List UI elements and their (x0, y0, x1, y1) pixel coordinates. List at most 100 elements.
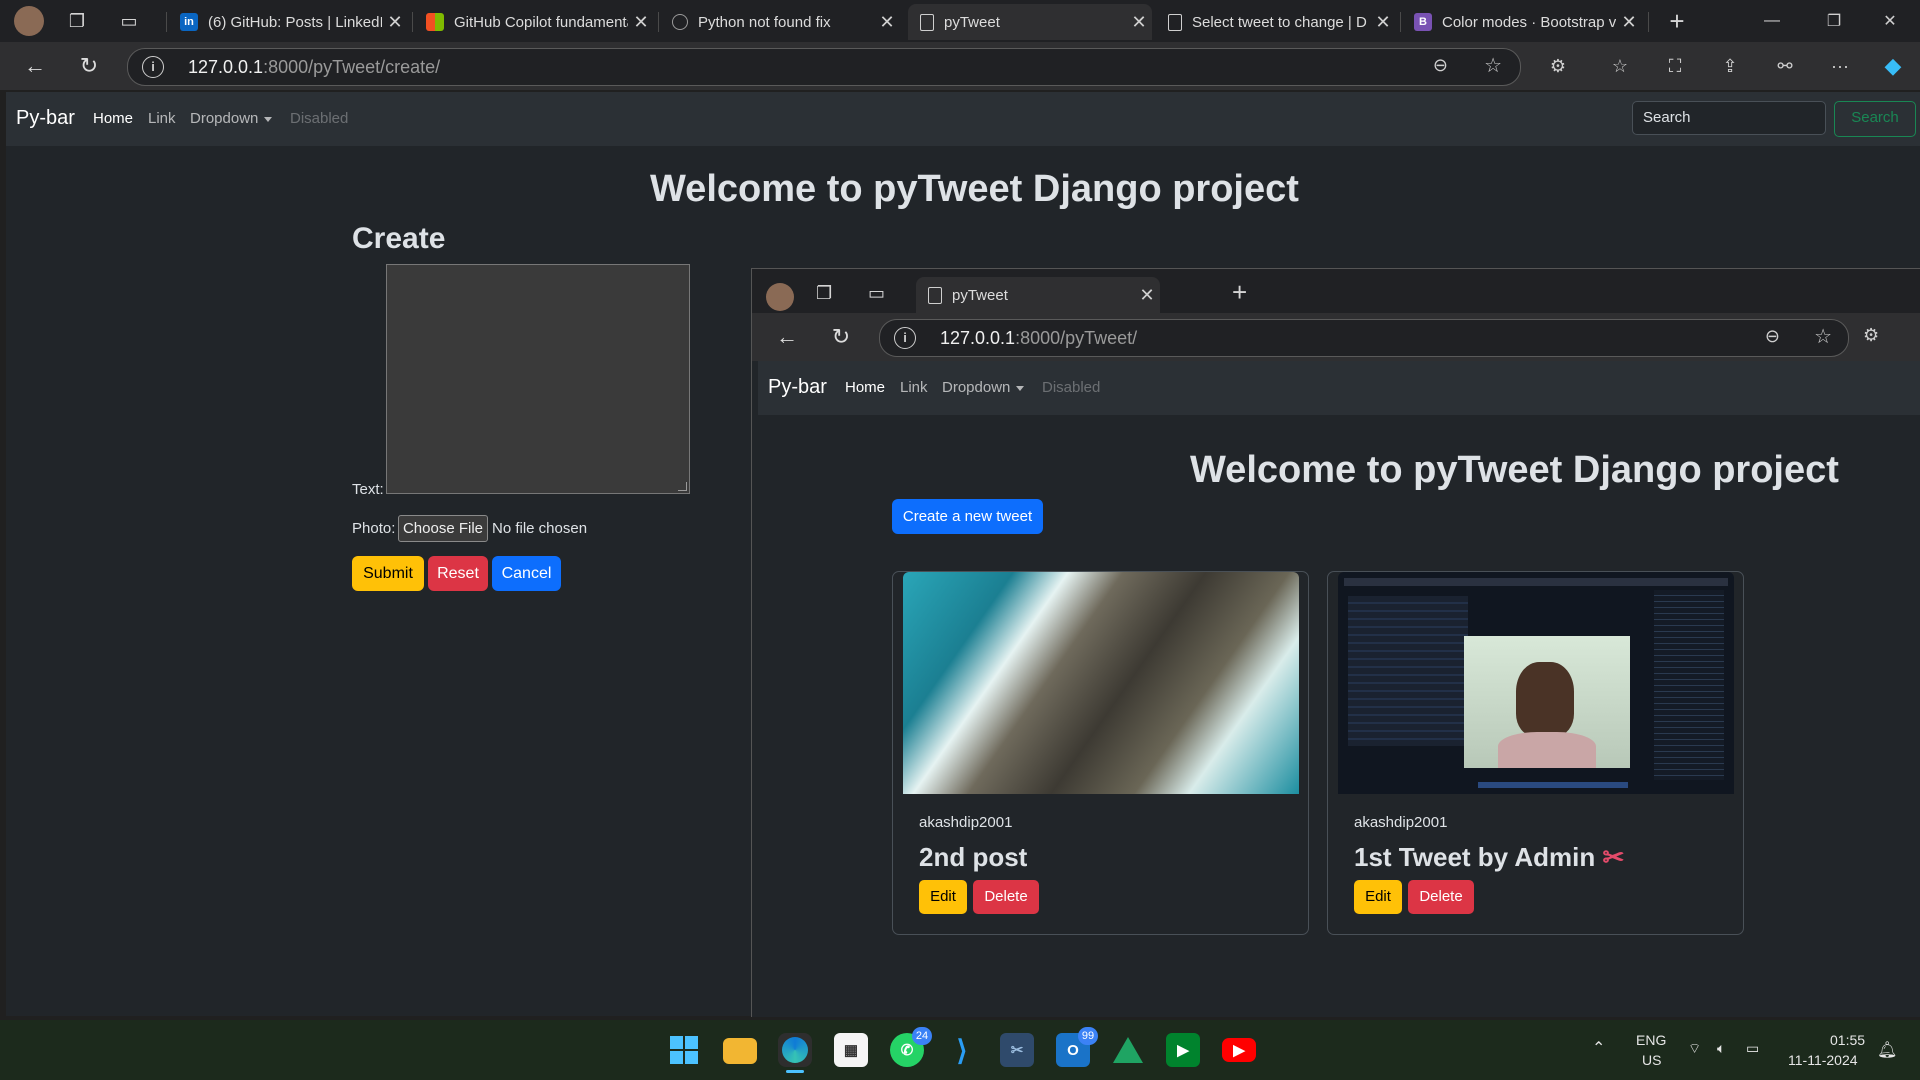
close-window-icon[interactable]: ✕ (1870, 6, 1910, 36)
inner-navbar: Py-bar Home Link Dropdown Disabled (758, 361, 1920, 415)
zoom-icon[interactable]: ⊖ (1433, 55, 1448, 76)
language-code[interactable]: ENG (1636, 1032, 1666, 1048)
inner-url-text[interactable]: 127.0.0.1:8000/pyTweet/ (940, 328, 1137, 349)
zoom-icon[interactable]: ⊖ (1765, 326, 1780, 347)
close-tab-icon[interactable]: ✕ (1370, 12, 1396, 33)
notifications-bell-icon[interactable]: 🔔︎ (1877, 1040, 1897, 1060)
close-tab-icon[interactable]: ✕ (382, 12, 408, 33)
battery-icon[interactable]: ▭ (1746, 1040, 1759, 1057)
workspaces-icon[interactable]: ❐ (816, 283, 832, 304)
back-icon[interactable]: ← (770, 320, 804, 354)
nav-dropdown[interactable]: Dropdown (942, 379, 1025, 396)
tweet-title: 1st Tweet by Admin ✂ (1354, 842, 1625, 872)
tab-linkedin[interactable]: in (6) GitHub: Posts | LinkedIn ✕ (168, 4, 408, 40)
plus-icon[interactable]: + (1232, 277, 1247, 308)
site-info-icon[interactable]: i (894, 327, 916, 349)
tweet-text-area[interactable] (386, 264, 690, 494)
profile-avatar[interactable] (766, 283, 794, 311)
profile-avatar[interactable] (14, 6, 44, 36)
more-icon[interactable]: ··· (1823, 49, 1857, 83)
resize-handle-icon[interactable] (678, 482, 687, 491)
edit-button[interactable]: Edit (919, 880, 967, 914)
page-title: Welcome to pyTweet Django project (650, 168, 1299, 210)
nav-disabled: Disabled (1042, 379, 1101, 396)
edit-button[interactable]: Edit (1354, 880, 1402, 914)
url-text[interactable]: 127.0.0.1:8000/pyTweet/create/ (188, 57, 440, 78)
show-hidden-icons-icon[interactable]: ⌃ (1592, 1038, 1605, 1058)
windows-start-icon[interactable] (667, 1033, 701, 1067)
nav-dropdown[interactable]: Dropdown (190, 110, 273, 127)
nav-link[interactable]: Link (900, 379, 928, 396)
restore-icon[interactable]: ❐ (1814, 6, 1854, 36)
cancel-button[interactable]: Cancel (492, 556, 561, 591)
region-code[interactable]: US (1642, 1052, 1661, 1068)
favorite-star-icon[interactable]: ☆ (1814, 324, 1832, 349)
google-meet-icon[interactable]: ▶ (1166, 1033, 1200, 1067)
close-tab-icon[interactable]: ✕ (874, 12, 900, 33)
extensions-icon[interactable]: ⚙ (1863, 325, 1879, 346)
google-drive-icon[interactable] (1111, 1033, 1145, 1067)
share-icon[interactable]: ⇪ (1713, 49, 1747, 83)
screenshot-icon[interactable]: ⛶ (1658, 49, 1692, 83)
tab-select-tweet[interactable]: Select tweet to change | D ✕ (1156, 4, 1396, 40)
wifi-icon[interactable]: ⌔ (1688, 1040, 1701, 1058)
search-button[interactable]: Search (1834, 101, 1916, 137)
copilot-icon[interactable]: ◆ (1876, 49, 1910, 83)
navbar-brand[interactable]: Py-bar (768, 376, 827, 399)
create-tweet-button[interactable]: Create a new tweet (892, 499, 1043, 534)
vertical-tabs-icon[interactable]: ▭ (868, 283, 885, 304)
close-tab-icon[interactable]: ✕ (1616, 12, 1642, 33)
text-label: Text: (352, 481, 384, 498)
nav-link[interactable]: Link (148, 110, 176, 127)
snipping-tool-icon[interactable]: ✂ (1000, 1033, 1034, 1067)
tab-pytweet[interactable]: pyTweet ✕ (908, 4, 1152, 40)
nav-home[interactable]: Home (93, 110, 133, 127)
edge-icon[interactable] (778, 1033, 812, 1067)
refresh-icon[interactable]: ↻ (72, 49, 106, 83)
second-browser-window: ❐ ▭ pyTweet ✕ + ← ↻ i 127.0.0.1:8000/pyT… (751, 268, 1920, 1017)
collections-icon[interactable]: ⚯ (1768, 49, 1802, 83)
clock-date[interactable]: 11-11-2024 (1788, 1052, 1858, 1068)
delete-button[interactable]: Delete (1408, 880, 1474, 914)
delete-button[interactable]: Delete (973, 880, 1039, 914)
nav-home[interactable]: Home (845, 379, 885, 396)
file-explorer-icon[interactable] (723, 1038, 757, 1064)
favorites-icon[interactable]: ☆ (1603, 49, 1637, 83)
plus-icon[interactable]: + (1662, 6, 1692, 36)
page-icon (1168, 13, 1182, 31)
close-tab-icon[interactable]: ✕ (1126, 12, 1152, 33)
tab-python-fix[interactable]: Python not found fix ✕ (660, 4, 900, 40)
search-input[interactable]: Search (1632, 101, 1826, 135)
inner-url-bar[interactable]: i 127.0.0.1:8000/pyTweet/ ⊖ ☆ (879, 319, 1849, 357)
volume-icon[interactable]: 🔈︎ (1717, 1040, 1725, 1057)
extensions-icon[interactable]: ⚙ (1541, 49, 1575, 83)
favorite-star-icon[interactable]: ☆ (1484, 53, 1502, 78)
youtube-icon[interactable]: ▶ (1222, 1038, 1256, 1062)
whatsapp-icon[interactable]: ✆ 24 (890, 1027, 932, 1067)
tab-strip: ❐ ▭ in (6) GitHub: Posts | LinkedIn ✕ Gi… (0, 0, 1920, 42)
navbar-brand[interactable]: Py-bar (16, 107, 75, 130)
back-icon[interactable]: ← (18, 49, 52, 83)
outlook-icon[interactable]: O 99 (1056, 1027, 1098, 1067)
url-bar[interactable]: i 127.0.0.1:8000/pyTweet/create/ ⊖ ☆ (127, 48, 1521, 86)
site-info-icon[interactable]: i (142, 56, 164, 78)
inner-tab-pytweet[interactable]: pyTweet ✕ (916, 277, 1160, 313)
workspaces-icon[interactable]: ❐ (62, 6, 92, 36)
minimize-icon[interactable]: — (1752, 6, 1792, 36)
close-tab-icon[interactable]: ✕ (628, 12, 654, 33)
screenshot-with-webcam-photo (1338, 572, 1734, 794)
microsoft-store-icon[interactable]: ▦ (834, 1033, 868, 1067)
vscode-icon[interactable]: ⟩ (945, 1033, 979, 1067)
submit-button[interactable]: Submit (352, 556, 424, 591)
bootstrap-icon: B (1414, 13, 1432, 31)
refresh-icon[interactable]: ↻ (824, 320, 858, 354)
no-file-text: No file chosen (492, 520, 588, 537)
reset-button[interactable]: Reset (428, 556, 488, 591)
choose-file-button[interactable]: Choose File (398, 515, 488, 542)
vertical-tabs-icon[interactable]: ▭ (114, 6, 144, 36)
microsoft-icon (426, 13, 444, 31)
tab-copilot[interactable]: GitHub Copilot fundamentals ✕ (414, 4, 654, 40)
tab-bootstrap[interactable]: B Color modes · Bootstrap v ✕ (1402, 4, 1642, 40)
close-tab-icon[interactable]: ✕ (1134, 285, 1160, 306)
clock-time[interactable]: 01:55 (1830, 1032, 1865, 1048)
